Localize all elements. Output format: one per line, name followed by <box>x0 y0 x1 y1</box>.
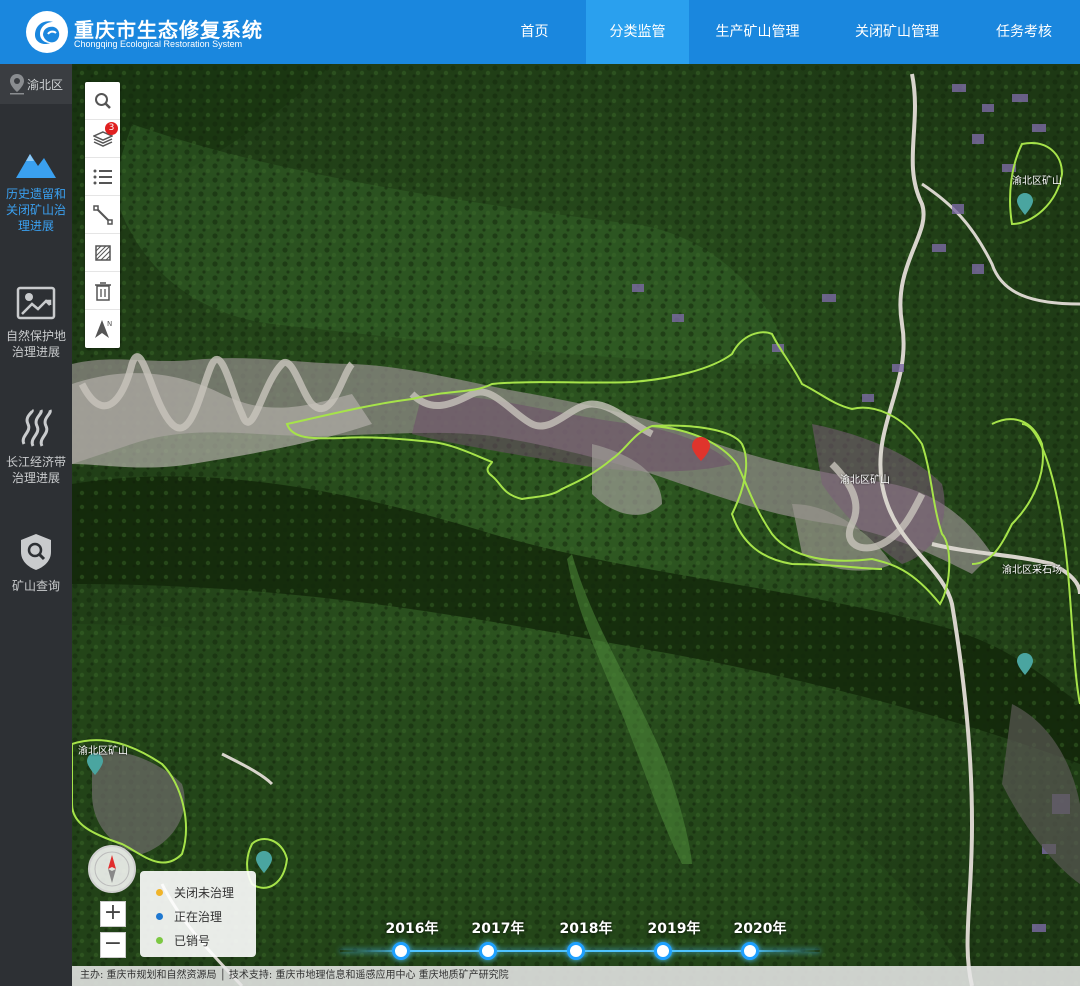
zoom-out-button[interactable]: − <box>100 932 126 958</box>
sidebar-item-label: 长江经济带治理进展 <box>5 455 66 485</box>
nature-reserve-icon <box>16 286 56 320</box>
map-search-button[interactable] <box>85 82 120 120</box>
measure-line-icon <box>92 204 113 225</box>
app-header: 重庆市生态修复系统 Chongqing Ecological Restorati… <box>0 0 1080 64</box>
mine-location-marker[interactable] <box>691 436 711 462</box>
main-nav: 首页 分类监管 生产矿山管理 关闭矿山管理 任务考核 <box>483 0 1080 64</box>
sidebar-item-legacy-mines[interactable]: 历史遗留和关闭矿山治理进展 <box>0 146 72 234</box>
zoom-in-button[interactable]: + <box>100 901 126 927</box>
legend-item: 关闭未治理 <box>156 880 256 904</box>
map-label: 渝北区矿山 <box>840 475 890 486</box>
area-icon <box>94 244 111 261</box>
compass-icon <box>94 851 130 887</box>
compass-control[interactable] <box>88 845 136 893</box>
legend-dot-closed-untreated <box>156 888 163 896</box>
timeline-year-label: 2017年 <box>471 921 525 937</box>
timeline-node-2019[interactable] <box>654 942 672 960</box>
legend-label: 关闭未治理 <box>174 885 235 900</box>
timeline-year-label: 2016年 <box>385 921 439 937</box>
nav-closed-mines[interactable]: 关闭矿山管理 <box>826 0 968 64</box>
list-icon <box>93 169 112 184</box>
app-subtitle: Chongqing Ecological Restoration System <box>74 39 243 49</box>
mine-marker-teal[interactable] <box>255 850 273 874</box>
timeline-node-2017[interactable] <box>479 942 497 960</box>
timeline-year-label: 2019年 <box>647 921 701 937</box>
svg-text:N: N <box>107 320 112 328</box>
nav-home[interactable]: 首页 <box>483 0 586 64</box>
nav-task-assessment[interactable]: 任务考核 <box>968 0 1080 64</box>
map-legend: 关闭未治理 正在治理 已销号 <box>140 871 256 957</box>
sidebar-item-nature-reserve[interactable]: 自然保护地治理进展 <box>0 286 72 360</box>
layers-count-badge: 3 <box>105 122 118 135</box>
timeline-node-2020[interactable] <box>741 942 759 960</box>
sidebar-item-label: 自然保护地治理进展 <box>5 329 66 359</box>
sidebar-item-label: 矿山查询 <box>11 579 60 593</box>
region-label: 渝北区 <box>26 77 63 92</box>
measure-distance-button[interactable] <box>85 196 120 234</box>
map-label: 渝北区矿山 <box>1012 176 1062 187</box>
location-pin-icon <box>9 74 24 95</box>
legend-item: 已销号 <box>156 928 256 952</box>
search-icon <box>94 92 111 109</box>
timeline-year-label: 2020年 <box>733 921 787 937</box>
legend-item: 正在治理 <box>156 904 256 928</box>
footer-credits: 主办: 重庆市规划和自然资源局 │ 技术支持: 重庆市地理信息和遥感应用中心 重… <box>72 966 1080 986</box>
region-selector[interactable]: 渝北区 <box>0 64 72 104</box>
timeline-node-2016[interactable] <box>392 942 410 960</box>
logo-icon <box>26 11 68 53</box>
year-timeline: 2016年 2017年 2018年 2019年 2020年 <box>340 912 820 962</box>
map-toolbar: 3 N <box>85 82 120 348</box>
map-label: 渝北区采石场 <box>1002 565 1062 576</box>
trash-icon <box>94 281 111 301</box>
left-sidebar: 渝北区 历史遗留和关闭矿山治理进展 自然保护地治理进展 长江经济带治理进展 矿山… <box>0 64 72 986</box>
shield-search-icon <box>21 534 51 570</box>
clear-button[interactable] <box>85 272 120 310</box>
north-arrow-button[interactable]: N <box>85 310 120 348</box>
measure-area-button[interactable] <box>85 234 120 272</box>
legend-label: 已销号 <box>174 933 211 948</box>
north-arrow-icon: N <box>94 320 112 338</box>
mine-marker-teal[interactable] <box>1016 652 1034 676</box>
legend-dot-in-treatment <box>156 912 163 920</box>
legend-dot-cancelled <box>156 936 163 944</box>
mountain-icon <box>16 154 56 178</box>
sidebar-item-mine-query[interactable]: 矿山查询 <box>0 532 72 594</box>
map-layers-button[interactable]: 3 <box>85 120 120 158</box>
satellite-map[interactable]: 渝北区矿山 渝北区矿山 渝北区矿山 渝北区采石场 <box>72 64 1080 986</box>
map-list-button[interactable] <box>85 158 120 196</box>
legend-label: 正在治理 <box>174 909 223 924</box>
mine-marker-teal[interactable] <box>1016 192 1034 216</box>
timeline-node-2018[interactable] <box>567 942 585 960</box>
sidebar-item-yangtze-belt[interactable]: 长江经济带治理进展 <box>0 408 72 486</box>
nav-classified-supervision[interactable]: 分类监管 <box>586 0 689 64</box>
sidebar-item-label: 历史遗留和关闭矿山治理进展 <box>5 187 66 233</box>
river-icon <box>21 408 52 447</box>
nav-production-mines[interactable]: 生产矿山管理 <box>689 0 826 64</box>
map-label: 渝北区矿山 <box>78 746 128 757</box>
timeline-year-label: 2018年 <box>559 921 613 937</box>
satellite-imagery <box>72 64 1080 986</box>
